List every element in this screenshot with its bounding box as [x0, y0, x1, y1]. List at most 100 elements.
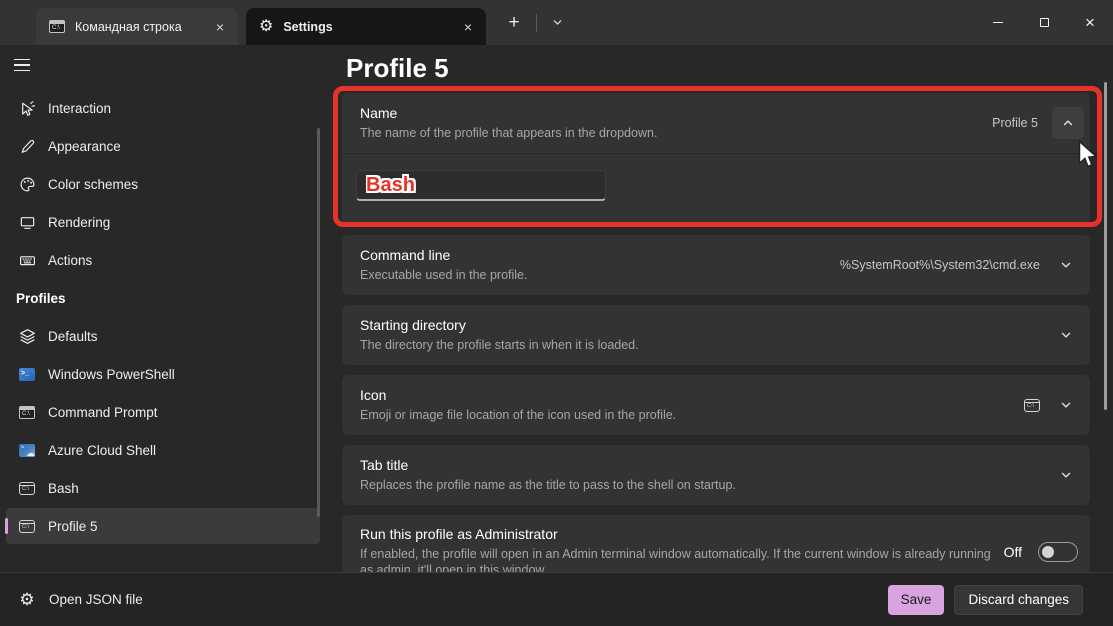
settings-content: Profile 5 Name The name of the profile t…	[326, 45, 1113, 572]
sidebar-item-bash[interactable]: Bash	[6, 470, 320, 506]
discard-changes-button[interactable]: Discard changes	[954, 585, 1083, 615]
window-controls: ×	[975, 0, 1113, 45]
sidebar-item-actions[interactable]: Actions	[6, 242, 320, 278]
terminal-settings-window: Командная строка × ⚙ Settings × + ×	[0, 0, 1113, 626]
setting-card-header[interactable]: Icon Emoji or image file location of the…	[342, 375, 1090, 435]
keyboard-icon	[16, 252, 38, 269]
minimize-button[interactable]	[975, 0, 1021, 45]
chevron-up-icon	[1062, 117, 1074, 129]
setting-card-icon: Icon Emoji or image file location of the…	[342, 375, 1090, 435]
setting-card-header[interactable]: Starting directory The directory the pro…	[342, 305, 1090, 365]
sidebar-item-label: Defaults	[48, 329, 98, 344]
sidebar-item-appearance[interactable]: Appearance	[6, 128, 320, 164]
sidebar-scrollbar[interactable]	[317, 128, 320, 517]
tab-settings[interactable]: ⚙ Settings ×	[246, 8, 486, 45]
setting-card-starting-directory: Starting directory The directory the pro…	[342, 305, 1090, 365]
tab-label: Командная строка	[75, 20, 182, 34]
settings-sidebar: Interaction Appearance Color schemes	[0, 45, 326, 572]
sidebar-item-label: Command Prompt	[48, 405, 158, 420]
powershell-icon	[16, 368, 38, 381]
app-body: Interaction Appearance Color schemes	[0, 45, 1113, 572]
setting-value: Profile 5	[992, 116, 1038, 130]
maximize-button[interactable]	[1021, 0, 1067, 45]
open-json-label: Open JSON file	[49, 592, 143, 607]
expand-button[interactable]	[1054, 393, 1078, 417]
sidebar-item-color-schemes[interactable]: Color schemes	[6, 166, 320, 202]
setting-card-header[interactable]: Tab title Replaces the profile name as t…	[342, 445, 1090, 505]
footer-bar: ⚙ Open JSON file Save Discard changes	[0, 572, 1113, 626]
sidebar-item-windows-powershell[interactable]: Windows PowerShell	[6, 356, 320, 392]
sidebar-item-label: Profile 5	[48, 519, 98, 534]
footer-buttons: Save Discard changes	[888, 585, 1083, 615]
expand-button[interactable]	[1054, 463, 1078, 487]
monitor-icon	[16, 214, 38, 231]
tab-separator	[536, 14, 537, 32]
toggle-state-label: Off	[1004, 544, 1022, 560]
setting-title: Icon	[360, 387, 1024, 403]
toggle-knob	[1042, 546, 1054, 558]
setting-title: Tab title	[360, 457, 1054, 473]
sidebar-item-label: Windows PowerShell	[48, 367, 175, 382]
setting-title: Name	[360, 105, 992, 121]
sidebar-item-label: Appearance	[48, 139, 121, 154]
setting-card-run-as-admin: Run this profile as Administrator If ena…	[342, 515, 1090, 572]
tab-dropdown-button[interactable]	[544, 10, 570, 36]
console-icon	[16, 520, 38, 533]
palette-icon	[16, 176, 38, 193]
setting-description: Executable used in the profile.	[360, 267, 840, 283]
setting-card-name-header[interactable]: Name The name of the profile that appear…	[342, 93, 1090, 153]
admin-toggle-switch[interactable]	[1038, 542, 1078, 562]
close-icon: ×	[1085, 14, 1095, 31]
gear-icon: ⚙	[259, 19, 273, 35]
chevron-down-icon	[1060, 259, 1072, 271]
open-json-file-button[interactable]: ⚙ Open JSON file	[16, 582, 143, 618]
gear-icon: ⚙	[16, 590, 38, 610]
setting-card-tab-title: Tab title Replaces the profile name as t…	[342, 445, 1090, 505]
close-button[interactable]: ×	[1067, 0, 1113, 45]
console-icon	[16, 482, 38, 495]
tab-label: Settings	[283, 20, 332, 34]
sidebar-item-profile-5[interactable]: Profile 5	[6, 508, 320, 544]
setting-description: If enabled, the profile will open in an …	[360, 546, 995, 572]
sidebar-item-interaction[interactable]: Interaction	[6, 90, 320, 126]
layers-icon	[16, 328, 38, 345]
sidebar-item-command-prompt[interactable]: Command Prompt	[6, 394, 320, 430]
setting-description: The name of the profile that appears in …	[360, 125, 992, 141]
selection-accent-pill	[5, 518, 8, 534]
sidebar-item-label: Interaction	[48, 101, 111, 116]
sidebar-item-rendering[interactable]: Rendering	[6, 204, 320, 240]
titlebar: Командная строка × ⚙ Settings × + ×	[0, 0, 1113, 45]
cmd-window-icon	[49, 20, 65, 33]
chevron-down-icon	[1060, 399, 1072, 411]
setting-description: Emoji or image file location of the icon…	[360, 407, 1024, 423]
new-tab-button[interactable]: +	[499, 9, 529, 37]
sidebar-item-azure-cloud-shell[interactable]: Azure Cloud Shell	[6, 432, 320, 468]
sidebar-item-label: Azure Cloud Shell	[48, 443, 156, 458]
minimize-icon	[993, 22, 1003, 23]
hamburger-menu-button[interactable]	[14, 54, 36, 76]
tab-close-icon[interactable]: ×	[210, 17, 230, 37]
tab-close-icon[interactable]: ×	[458, 17, 478, 37]
expand-button[interactable]	[1054, 253, 1078, 277]
profile-name-input[interactable]	[356, 170, 606, 201]
sidebar-item-label: Rendering	[48, 215, 110, 230]
sidebar-item-defaults[interactable]: Defaults	[6, 318, 320, 354]
sidebar-item-label: Color schemes	[48, 177, 138, 192]
chevron-down-icon	[552, 17, 563, 28]
profiles-section-header: Profiles	[0, 280, 326, 316]
console-icon	[1024, 399, 1040, 412]
chevron-down-icon	[1060, 469, 1072, 481]
setting-description: The directory the profile starts in when…	[360, 337, 1054, 353]
paintbrush-icon	[16, 138, 38, 155]
setting-card-header[interactable]: Command line Executable used in the prof…	[342, 235, 1090, 295]
save-button[interactable]: Save	[888, 585, 945, 615]
interaction-icon	[16, 100, 38, 117]
setting-title: Command line	[360, 247, 840, 263]
expand-button[interactable]	[1054, 323, 1078, 347]
collapse-expander-button[interactable]	[1052, 107, 1084, 139]
chevron-down-icon	[1060, 329, 1072, 341]
content-scrollbar[interactable]	[1104, 82, 1107, 410]
page-title: Profile 5	[346, 53, 1090, 83]
sidebar-nav: Interaction Appearance Color schemes	[0, 90, 326, 544]
tab-command-prompt[interactable]: Командная строка ×	[36, 8, 238, 45]
